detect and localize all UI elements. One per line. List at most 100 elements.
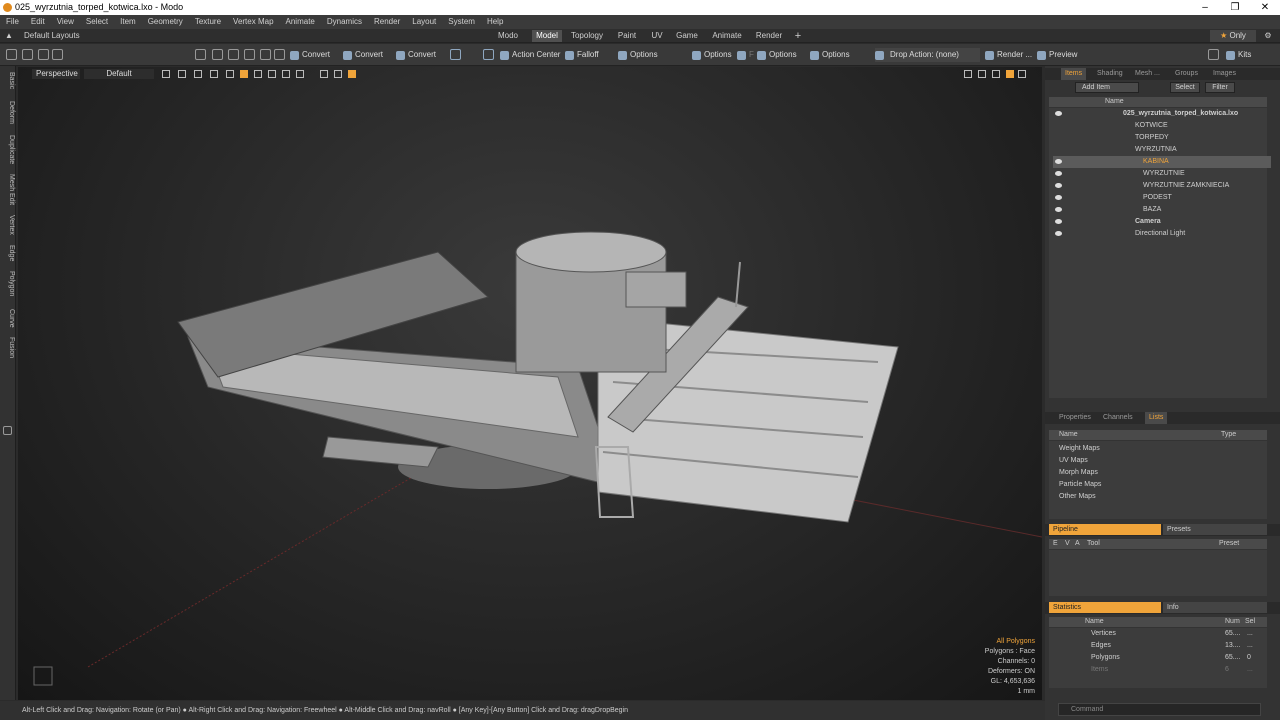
tab-deform[interactable]: Deform	[1, 98, 15, 126]
tab-curve[interactable]: Curve	[1, 306, 15, 330]
ao-icon[interactable]	[282, 70, 290, 78]
select-edges-icon[interactable]	[22, 49, 33, 60]
tab-presets[interactable]: Presets	[1163, 524, 1267, 535]
element-icon[interactable]	[260, 49, 271, 60]
select-items-icon[interactable]	[52, 49, 63, 60]
menu-texture[interactable]: Texture	[189, 15, 227, 29]
tab-info[interactable]: Info	[1163, 602, 1267, 613]
tab-shading[interactable]: Shading	[1093, 68, 1127, 80]
menu-view[interactable]: View	[51, 15, 80, 29]
grid-icon[interactable]	[178, 70, 186, 78]
guides-icon[interactable]	[334, 70, 342, 78]
menu-render[interactable]: Render	[368, 15, 406, 29]
tab-fusion[interactable]: Fusion	[1, 334, 15, 362]
textures-icon[interactable]	[254, 70, 262, 78]
tab-duplicate[interactable]: Duplicate	[1, 132, 15, 168]
snap-icon[interactable]	[274, 49, 285, 60]
tab-polygon[interactable]: Polygon	[1, 268, 15, 300]
convert-button-2[interactable]: Convert	[343, 48, 383, 62]
add-layout-button[interactable]: +	[792, 30, 804, 42]
item-wyrzutnia[interactable]: WYRZUTNIA	[1053, 144, 1271, 156]
move-icon[interactable]	[212, 49, 223, 60]
bg-icon[interactable]	[194, 70, 202, 78]
tab-mesh-edit[interactable]: Mesh Edit	[1, 172, 15, 208]
tab-groups[interactable]: Groups	[1171, 68, 1202, 80]
eye-icon[interactable]	[1055, 207, 1062, 212]
tab-items[interactable]: Items	[1061, 68, 1087, 80]
item-kotwice[interactable]: KOTWICE	[1053, 120, 1271, 132]
stat-row-items[interactable]: Items 6...	[1049, 664, 1267, 676]
list-weight-maps[interactable]: Weight Maps	[1049, 443, 1267, 455]
stat-row-vertices[interactable]: Vertices 65.......	[1049, 628, 1267, 640]
item-directional-light[interactable]: Directional Light	[1053, 228, 1271, 240]
list-other-maps[interactable]: Other Maps	[1049, 491, 1267, 503]
layout-options-icon[interactable]: ⚙	[1262, 30, 1274, 42]
select-button[interactable]: Select	[1170, 82, 1200, 93]
menu-item[interactable]: Item	[114, 15, 142, 29]
eye-icon[interactable]	[1055, 183, 1062, 188]
eye-icon[interactable]	[1055, 171, 1062, 176]
options-button-2[interactable]: Options	[692, 48, 732, 62]
tab-animate[interactable]: Animate	[708, 30, 746, 42]
reflections-icon[interactable]	[268, 70, 276, 78]
rotate-view-icon[interactable]	[978, 70, 986, 78]
item-baza[interactable]: BAZA	[1053, 204, 1271, 216]
tab-pipeline[interactable]: Pipeline	[1049, 524, 1161, 535]
menu-dynamics[interactable]: Dynamics	[321, 15, 368, 29]
options-button-1[interactable]: Options	[618, 48, 658, 62]
lights-icon[interactable]	[210, 70, 218, 78]
layout-name[interactable]: Default Layouts	[24, 30, 80, 42]
list-morph-maps[interactable]: Morph Maps	[1049, 467, 1267, 479]
eye-icon[interactable]	[1055, 231, 1062, 236]
eye-icon[interactable]	[1055, 159, 1062, 164]
expand-tabs-icon[interactable]	[3, 426, 12, 435]
list-uv-maps[interactable]: UV Maps	[1049, 455, 1267, 467]
options-button-4[interactable]: Options	[810, 48, 850, 62]
3d-viewport[interactable]	[18, 67, 1043, 700]
tab-topology[interactable]: Topology	[568, 30, 606, 42]
select-polygons-icon[interactable]	[38, 49, 49, 60]
tab-modo[interactable]: Modo	[494, 30, 522, 42]
falloff-button[interactable]: Falloff	[565, 48, 599, 62]
tab-images[interactable]: Images	[1209, 68, 1240, 80]
stat-row-polygons[interactable]: Polygons 65.... 0	[1049, 652, 1267, 664]
only-toggle[interactable]: ★ Only	[1210, 30, 1256, 42]
eye-icon[interactable]	[1055, 111, 1062, 116]
wireframe-icon[interactable]	[162, 70, 170, 78]
viewport-options-icon[interactable]	[1018, 70, 1026, 78]
rotate-icon[interactable]	[228, 49, 239, 60]
tab-uv[interactable]: UV	[648, 30, 666, 42]
perspective-dropdown[interactable]: Perspective	[32, 69, 80, 79]
list-particle-maps[interactable]: Particle Maps	[1049, 479, 1267, 491]
item-wyrzutnie[interactable]: WYRZUTNIE	[1053, 168, 1271, 180]
tab-basic[interactable]: Basic	[1, 70, 15, 92]
shading-dropdown[interactable]: Default	[84, 69, 154, 79]
tab-game[interactable]: Game	[674, 30, 700, 42]
dof-icon[interactable]	[296, 70, 304, 78]
tab-render[interactable]: Render	[752, 30, 786, 42]
menu-help[interactable]: Help	[481, 15, 509, 29]
isolate-icon[interactable]	[348, 70, 356, 78]
menu-select[interactable]: Select	[80, 15, 114, 29]
tab-statistics[interactable]: Statistics	[1049, 602, 1161, 613]
pan-icon[interactable]	[964, 70, 972, 78]
cameras-icon[interactable]	[226, 70, 234, 78]
layout-menu-icon[interactable]: ▲	[4, 30, 14, 42]
preview-button[interactable]: Preview	[1037, 48, 1077, 62]
kits-search-icon[interactable]	[1208, 49, 1219, 60]
maximize-icon[interactable]: ❐	[1220, 0, 1250, 15]
tab-paint[interactable]: Paint	[614, 30, 640, 42]
options-button-3[interactable]: Options	[757, 48, 797, 62]
eye-icon[interactable]	[1055, 195, 1062, 200]
item-scene[interactable]: 025_wyrzutnia_torped_kotwica.lxo	[1053, 108, 1271, 120]
convert-button-3[interactable]: Convert	[396, 48, 436, 62]
tab-properties[interactable]: Properties	[1055, 412, 1095, 424]
filter-button[interactable]: Filter	[1205, 82, 1235, 93]
eye-icon[interactable]	[1055, 219, 1062, 224]
tab-edge[interactable]: Edge	[1, 242, 15, 264]
render-button[interactable]: Render ...	[985, 48, 1032, 62]
add-item-dropdown[interactable]: Add Item	[1075, 82, 1139, 93]
tab-model[interactable]: Model	[532, 30, 562, 42]
overlay-icon[interactable]	[320, 70, 328, 78]
tab-vertex[interactable]: Vertex	[1, 212, 15, 238]
